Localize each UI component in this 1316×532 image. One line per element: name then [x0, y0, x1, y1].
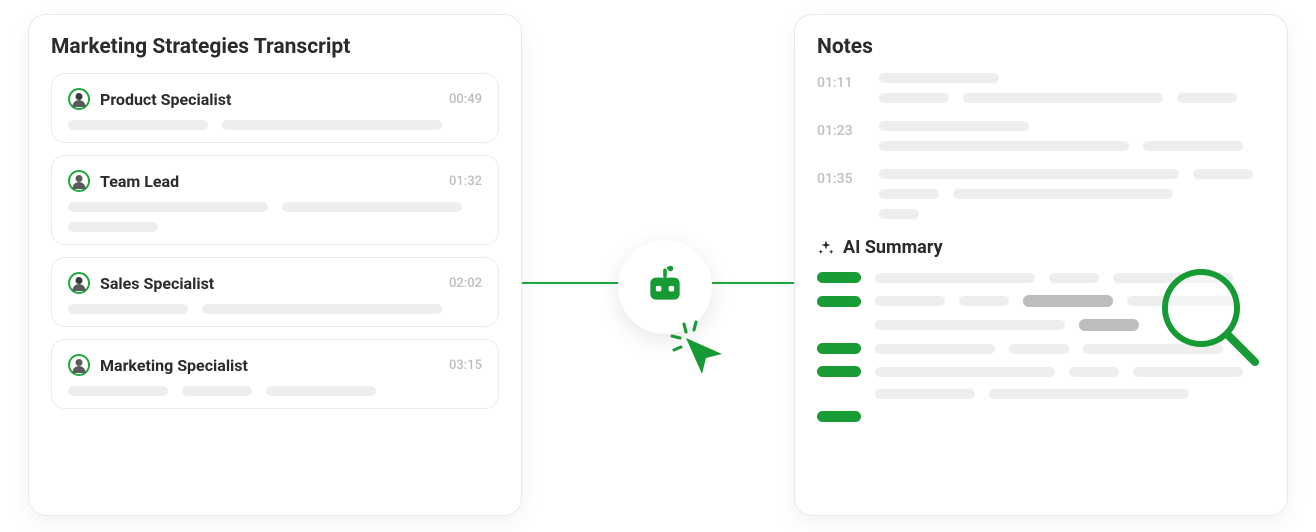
skeleton-lines [68, 120, 482, 130]
connector-line [712, 282, 794, 284]
notes-title: Notes [817, 35, 1265, 59]
entry-header: Marketing Specialist 03:15 [68, 354, 482, 376]
entry-header: Product Specialist 00:49 [68, 88, 482, 110]
timestamp: 01:32 [449, 174, 482, 189]
notes-card: Notes 01:11 01:23 01:35 AI Summary [794, 14, 1288, 516]
timestamp: 03:15 [449, 358, 482, 373]
transcript-entry[interactable]: Product Specialist 00:49 [51, 73, 499, 143]
cursor-click-icon [668, 320, 732, 384]
speaker-name: Marketing Specialist [100, 356, 248, 375]
timestamp: 00:49 [449, 92, 482, 107]
skeleton-lines [68, 202, 482, 212]
note-item[interactable]: 01:23 [817, 121, 1265, 151]
ai-summary-body [817, 272, 1265, 422]
avatar-icon [68, 88, 90, 110]
skeleton-lines [879, 169, 1265, 219]
note-item[interactable]: 01:35 [817, 169, 1265, 219]
ai-summary-header: AI Summary [817, 237, 1265, 258]
avatar-icon [68, 354, 90, 376]
fade-overlay [29, 475, 521, 515]
note-item[interactable]: 01:11 [817, 73, 1265, 103]
note-timestamp: 01:11 [817, 73, 857, 103]
robot-icon [643, 263, 687, 311]
skeleton-lines [879, 121, 1265, 151]
sparkle-icon [817, 239, 835, 257]
note-timestamp: 01:35 [817, 169, 857, 219]
speaker-name: Team Lead [100, 172, 179, 191]
timestamp: 02:02 [449, 276, 482, 291]
transcript-entry[interactable]: Team Lead 01:32 [51, 155, 499, 245]
entry-header: Sales Specialist 02:02 [68, 272, 482, 294]
note-timestamp: 01:23 [817, 121, 857, 151]
skeleton-lines [68, 304, 482, 314]
skeleton-lines [68, 386, 482, 396]
ai-summary-title: AI Summary [843, 237, 943, 258]
connector-line [522, 282, 622, 284]
avatar-icon [68, 272, 90, 294]
avatar-icon [68, 170, 90, 192]
entry-header: Team Lead 01:32 [68, 170, 482, 192]
transcript-card: Marketing Strategies Transcript Product … [28, 14, 522, 516]
transcript-entry[interactable]: Marketing Specialist 03:15 [51, 339, 499, 409]
transcript-entry[interactable]: Sales Specialist 02:02 [51, 257, 499, 327]
speaker-name: Product Specialist [100, 90, 231, 109]
transcript-title: Marketing Strategies Transcript [51, 35, 499, 59]
skeleton-lines [879, 73, 1265, 103]
speaker-name: Sales Specialist [100, 274, 214, 293]
skeleton-lines [68, 222, 482, 232]
